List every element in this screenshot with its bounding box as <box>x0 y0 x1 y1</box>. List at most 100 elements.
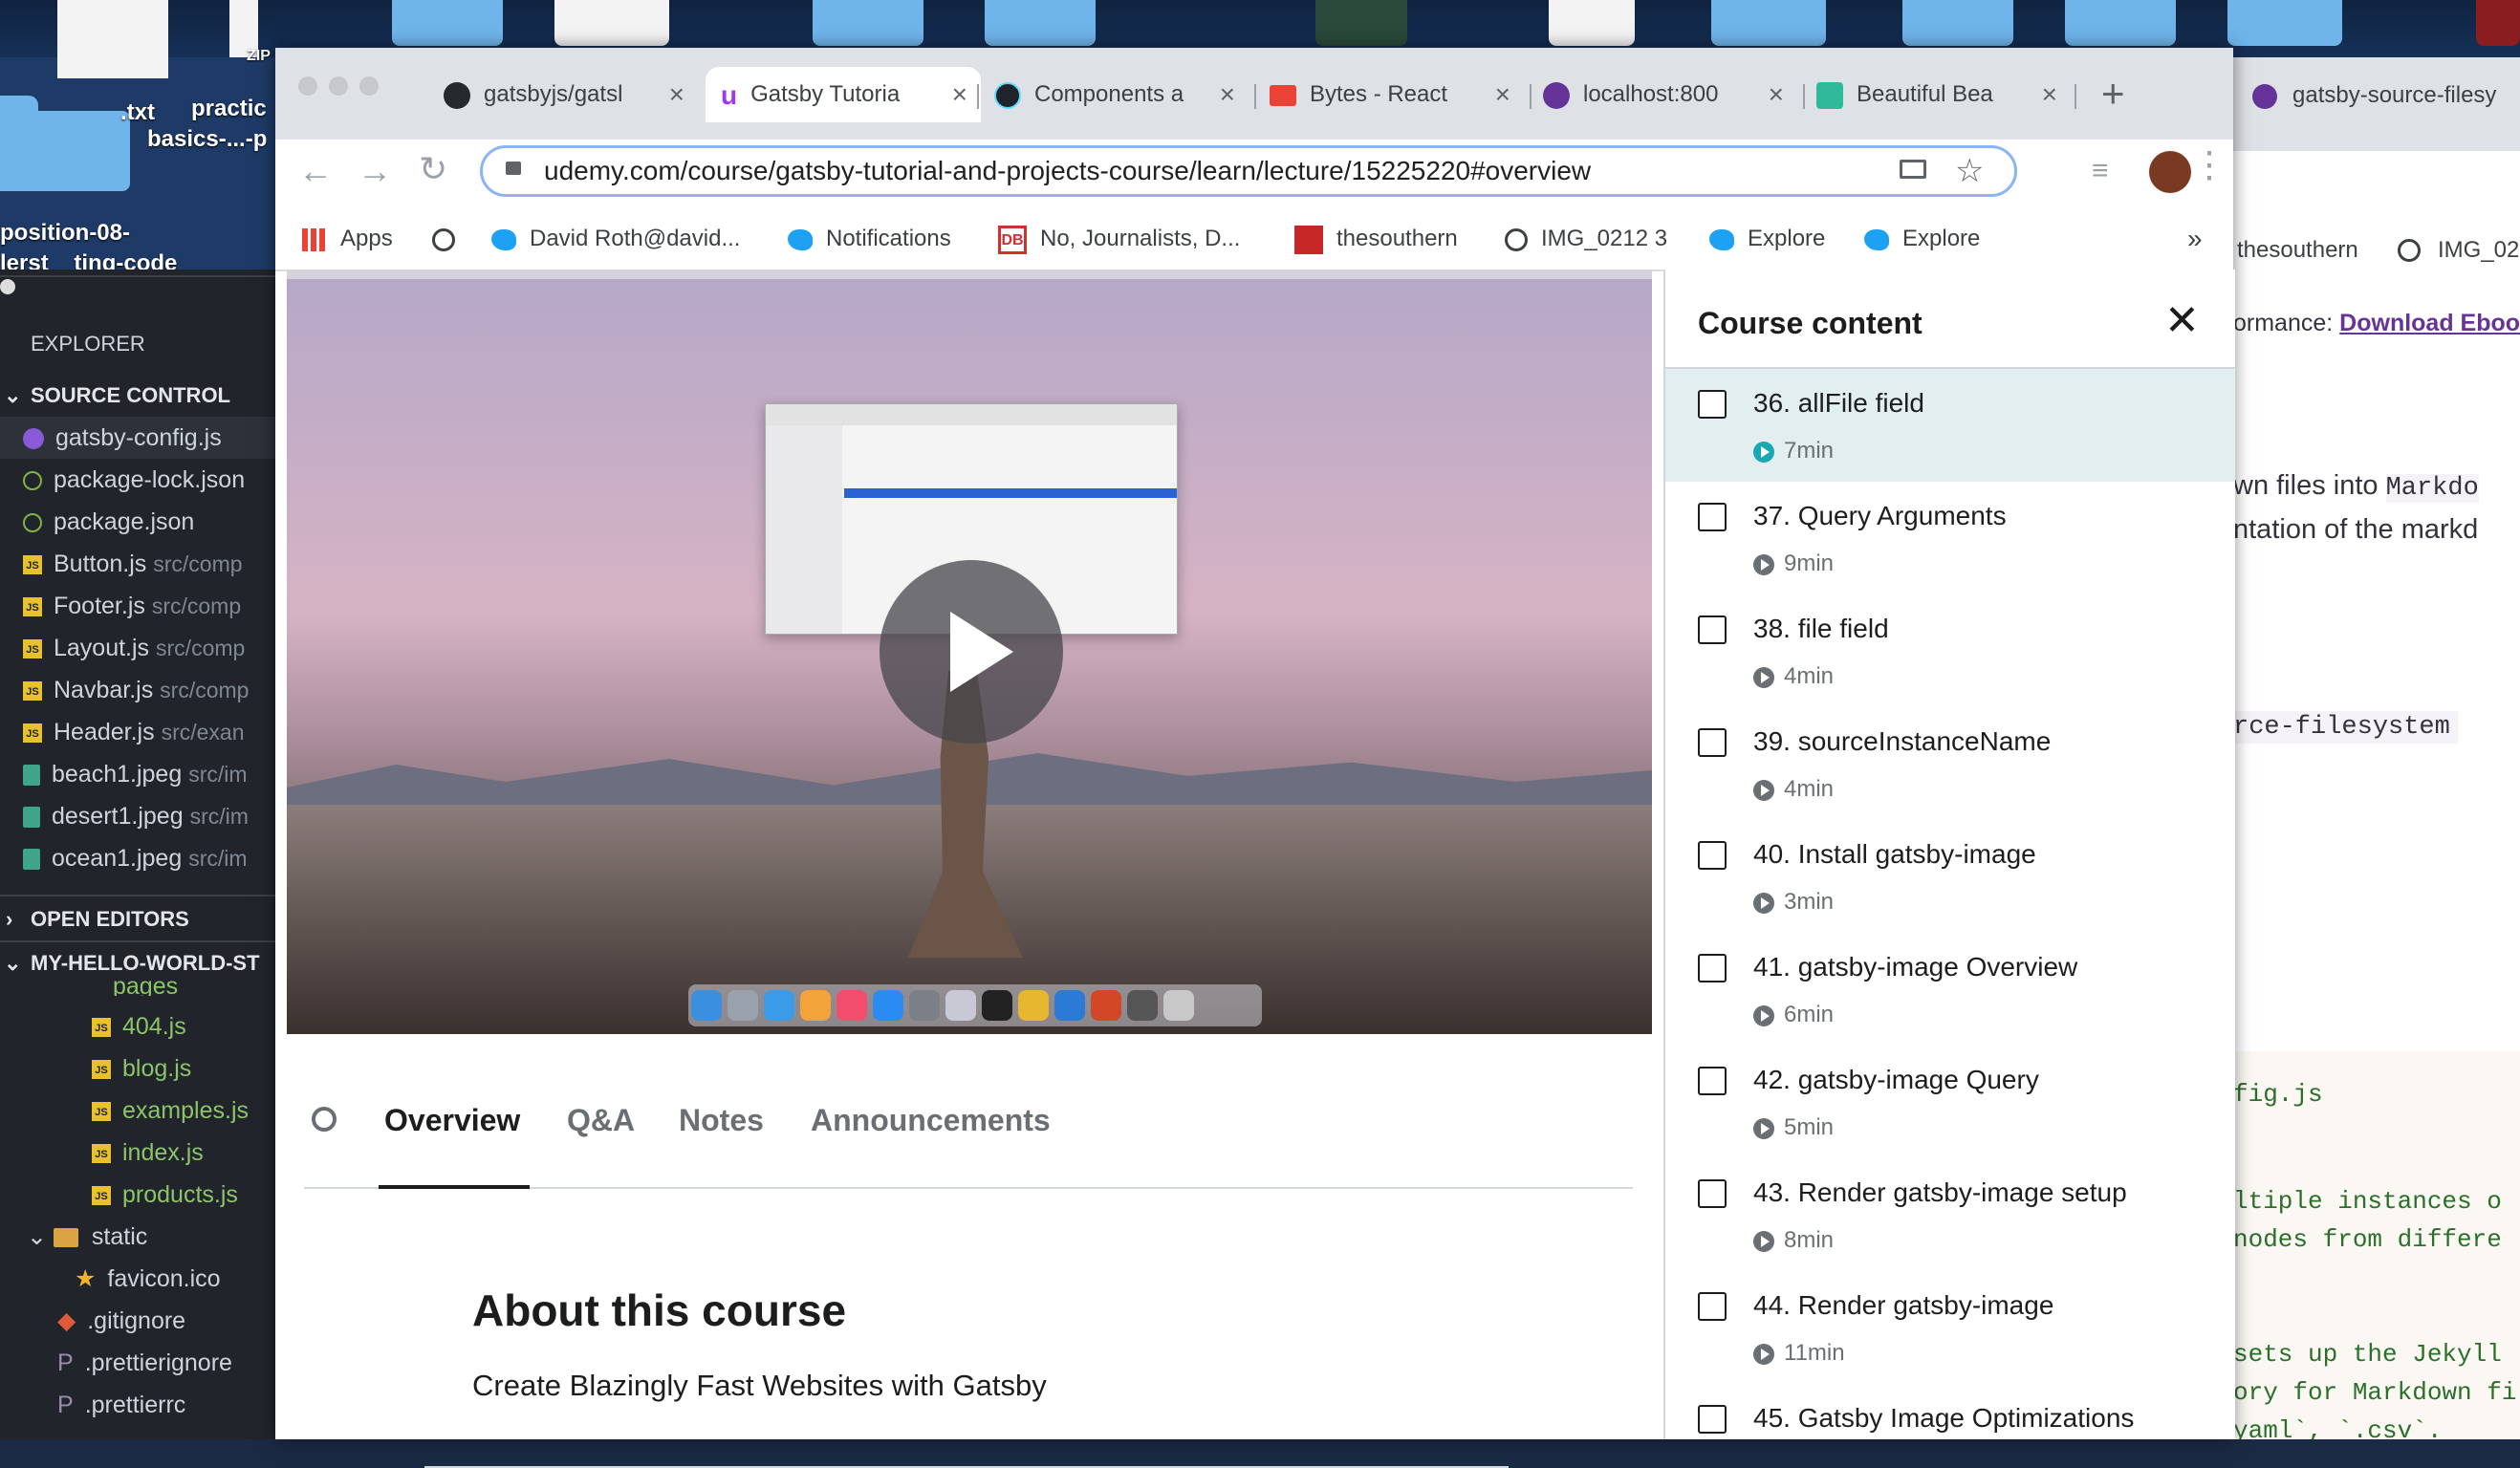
kebab-menu-icon[interactable]: ⋮ <box>2191 143 2227 186</box>
play-button[interactable] <box>880 560 1063 744</box>
file-row[interactable]: gatsby-config.js <box>0 417 277 459</box>
tab-gatsby-source[interactable]: gatsby-source-filesy <box>2252 82 2496 109</box>
download-ebook-link[interactable]: Download Ebool <box>2339 310 2520 336</box>
tab-notes[interactable]: Notes <box>679 1103 764 1138</box>
file-icon[interactable] <box>554 0 669 46</box>
bookmark-item[interactable]: IMG_02 <box>2438 237 2519 264</box>
window-maximize-icon[interactable] <box>359 76 379 96</box>
file-icon[interactable] <box>2476 0 2520 46</box>
media-queue-icon[interactable]: ≡ <box>2092 155 2109 187</box>
bookmark-item[interactable]: thesouthern <box>1294 218 1458 260</box>
file-row[interactable]: desert1.jpeg src/im <box>0 795 277 837</box>
file-row[interactable]: package-lock.json <box>0 459 277 501</box>
new-tab-button[interactable]: + <box>2101 73 2125 115</box>
avatar[interactable] <box>2149 151 2191 193</box>
lecture-checkbox[interactable] <box>1698 1292 1727 1321</box>
folder-icon[interactable] <box>813 0 923 46</box>
close-icon[interactable]: × <box>669 67 684 122</box>
lecture-checkbox[interactable] <box>1698 390 1727 419</box>
file-row[interactable]: P .prettierignore <box>0 1342 277 1384</box>
open-editors-header[interactable]: › OPEN EDITORS <box>0 898 277 940</box>
cast-icon[interactable] <box>1900 160 1926 179</box>
file-row[interactable]: JS blog.js <box>0 1047 277 1090</box>
tab-localhost[interactable]: localhost:800 × <box>1543 67 1797 122</box>
bookmark-item[interactable]: Notifications <box>788 218 951 260</box>
file-row[interactable]: JS examples.js <box>0 1090 277 1132</box>
file-row[interactable]: JS Navbar.js src/comp <box>0 669 277 711</box>
lecture-item[interactable]: 45. Gatsby Image Optimizations <box>1665 1384 2235 1439</box>
window-close-icon[interactable] <box>298 76 317 96</box>
book-cover-icon[interactable] <box>1315 0 1407 46</box>
tab-gmail[interactable]: Bytes - React × <box>1270 67 1524 122</box>
bookmark-item[interactable]: thesouthern <box>2237 237 2358 264</box>
file-row[interactable]: JS Button.js src/comp <box>0 543 277 585</box>
tab-udemy[interactable]: u Gatsby Tutoria × <box>706 67 981 122</box>
bookmark-apps[interactable]: Apps <box>302 218 393 260</box>
back-icon[interactable]: ← <box>298 151 333 191</box>
source-control-header[interactable]: ⌄ SOURCE CONTROL <box>0 375 277 417</box>
file-row[interactable]: JS Layout.js src/comp <box>0 627 277 669</box>
folder-icon[interactable] <box>2065 0 2176 46</box>
close-icon[interactable]: × <box>1495 67 1510 122</box>
close-icon[interactable]: × <box>2042 67 2057 122</box>
lecture-item[interactable]: 36. allFile field 7min <box>1665 369 2235 482</box>
file-row[interactable]: beach1.jpeg src/im <box>0 753 277 795</box>
search-icon[interactable] <box>312 1107 337 1132</box>
bookmarks-more-button[interactable]: » <box>2187 218 2203 260</box>
close-icon[interactable]: × <box>1220 67 1235 122</box>
folder-icon[interactable] <box>17 111 130 191</box>
window-control-icon[interactable] <box>0 279 15 294</box>
forward-icon[interactable]: → <box>358 151 392 191</box>
lecture-item[interactable]: 37. Query Arguments 9min <box>1665 482 2235 594</box>
folder-icon[interactable] <box>392 0 503 46</box>
bookmark-star-icon[interactable]: ☆ <box>1955 152 1984 190</box>
lecture-checkbox[interactable] <box>1698 1405 1727 1434</box>
bookmark-item[interactable]: David Roth@david... <box>491 218 740 260</box>
close-icon[interactable]: × <box>1769 67 1784 122</box>
folder-icon[interactable] <box>2227 0 2342 46</box>
folder-icon[interactable] <box>985 0 1096 46</box>
bookmark-item[interactable]: Explore <box>1709 218 1825 260</box>
lecture-checkbox[interactable] <box>1698 841 1727 870</box>
lecture-item[interactable]: 43. Render gatsby-image setup 8min <box>1665 1158 2235 1271</box>
tab-announcements[interactable]: Announcements <box>811 1103 1051 1138</box>
lecture-item[interactable]: 41. gatsby-image Overview 6min <box>1665 933 2235 1046</box>
lecture-item[interactable]: 42. gatsby-image Query 5min <box>1665 1046 2235 1158</box>
close-icon[interactable]: ✕ <box>2164 296 2200 345</box>
folder-row[interactable]: ⌄ static <box>0 1216 277 1258</box>
reload-icon[interactable]: ↻ <box>419 149 447 189</box>
lecture-checkbox[interactable] <box>1698 1179 1727 1208</box>
folder-icon[interactable] <box>1902 0 2013 46</box>
address-bar[interactable]: udemy.com/course/gatsby-tutorial-and-pro… <box>480 145 2017 197</box>
lecture-checkbox[interactable] <box>1698 954 1727 982</box>
video-player[interactable] <box>287 270 1652 1034</box>
file-row[interactable]: JS index.js <box>0 1132 277 1174</box>
lecture-checkbox[interactable] <box>1698 615 1727 644</box>
window-minimize-icon[interactable] <box>329 76 348 96</box>
file-row[interactable]: ★ favicon.ico <box>0 1258 277 1300</box>
lecture-item[interactable]: 44. Render gatsby-image 11min <box>1665 1271 2235 1384</box>
folder-icon[interactable] <box>1711 0 1826 46</box>
file-row[interactable]: JS products.js <box>0 1174 277 1216</box>
file-row[interactable]: JS Header.js src/exan <box>0 711 277 753</box>
tab-react[interactable]: Components a × <box>994 67 1249 122</box>
lecture-item[interactable]: 39. sourceInstanceName 4min <box>1665 707 2235 820</box>
close-icon[interactable]: × <box>952 67 967 122</box>
lecture-checkbox[interactable] <box>1698 1067 1727 1095</box>
file-icon[interactable] <box>1549 0 1635 46</box>
file-row[interactable]: P .prettierrc <box>0 1384 277 1426</box>
tab-overview[interactable]: Overview <box>384 1103 520 1138</box>
file-row[interactable]: package.json <box>0 501 277 543</box>
tab-qa[interactable]: Q&A <box>567 1103 635 1138</box>
tab-github[interactable]: gatsbyjs/gatsl × <box>444 67 698 122</box>
bookmark-globe[interactable] <box>432 218 468 260</box>
lecture-item[interactable]: 38. file field 4min <box>1665 594 2235 707</box>
bookmark-item[interactable]: Explore <box>1864 218 1980 260</box>
lecture-checkbox[interactable] <box>1698 503 1727 531</box>
file-row[interactable]: JS 404.js <box>0 1005 277 1047</box>
file-icon[interactable] <box>57 57 168 78</box>
bookmark-item[interactable]: IMG_0212 3 <box>1505 218 1667 260</box>
bookmark-item[interactable]: DB No, Journalists, D... <box>998 218 1240 260</box>
lecture-item[interactable]: 40. Install gatsby-image 3min <box>1665 820 2235 933</box>
tab-beautiful[interactable]: Beautiful Bea × <box>1816 67 2071 122</box>
